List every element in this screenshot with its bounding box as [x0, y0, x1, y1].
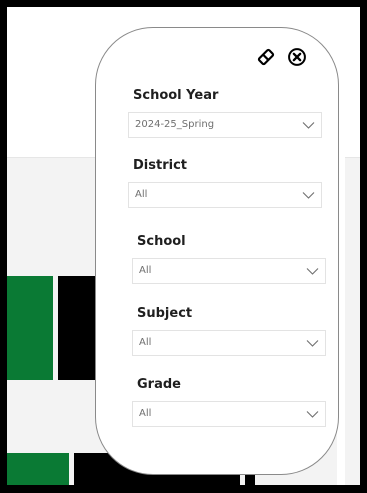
district-dropdown[interactable]: All [128, 182, 322, 208]
chevron-down-icon [306, 411, 319, 418]
eraser-icon[interactable] [256, 47, 276, 67]
district-selected-value: All [135, 189, 148, 200]
chevron-down-icon [302, 192, 315, 199]
close-icon[interactable] [287, 47, 307, 67]
green-bar-segment [7, 276, 53, 380]
filter-panel: School Year 2024-25_Spring District All … [95, 27, 339, 475]
subject-dropdown[interactable]: All [132, 330, 326, 356]
school-year-dropdown[interactable]: 2024-25_Spring [128, 112, 322, 138]
report-canvas: School Year 2024-25_Spring District All … [7, 7, 360, 485]
chevron-down-icon [302, 122, 315, 129]
filter-label-subject: Subject [137, 306, 193, 321]
school-year-selected-value: 2024-25_Spring [135, 119, 215, 130]
filter-label-grade: Grade [137, 377, 181, 392]
subject-selected-value: All [139, 337, 152, 348]
chevron-down-icon [306, 268, 319, 275]
grade-selected-value: All [139, 408, 152, 419]
grade-dropdown[interactable]: All [132, 401, 326, 427]
filter-label-school-year: School Year [133, 88, 219, 103]
school-selected-value: All [139, 265, 152, 276]
green-bar-segment [7, 453, 69, 485]
school-dropdown[interactable]: All [132, 258, 326, 284]
filter-label-school: School [137, 234, 186, 249]
filter-label-district: District [133, 158, 187, 173]
chevron-down-icon [306, 340, 319, 347]
